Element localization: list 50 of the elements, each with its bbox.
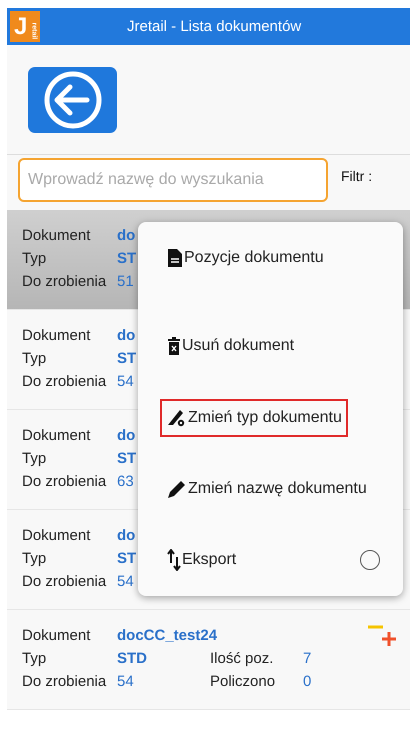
pen-gear-icon	[167, 408, 187, 428]
field-label: Dokument	[22, 526, 90, 546]
field-label: Dokument	[22, 226, 90, 246]
field-label: Dokument	[22, 626, 90, 646]
menu-item[interactable]: Usuń dokument	[160, 310, 300, 382]
document-type: STD	[117, 649, 147, 669]
field-label: Policzono	[210, 673, 276, 690]
menu-item[interactable]: Zmień typ dokumentu	[160, 398, 348, 438]
field-label: Do zrobienia	[22, 672, 106, 692]
todo-count: 54	[117, 372, 134, 392]
todo-count: 63	[117, 472, 134, 492]
menu-item[interactable]: Zmień nazwę dokumentu	[160, 453, 373, 525]
filter-label: Filtr :	[341, 168, 372, 184]
field-label: Do zrobienia	[22, 272, 106, 292]
up-down-arrows-icon	[167, 549, 181, 572]
field-label: Do zrobienia	[22, 472, 106, 492]
pencil-icon	[167, 479, 187, 500]
field-label: Dokument	[22, 426, 90, 446]
document-name: do	[117, 226, 136, 246]
window-title: Jretail - Lista dokumentów	[127, 18, 302, 35]
field-label: Typ	[22, 249, 46, 269]
counted-value: 0	[303, 673, 312, 690]
document-type: ST	[117, 549, 136, 569]
document-name: do	[117, 426, 136, 446]
trash-icon	[167, 336, 181, 356]
back-button[interactable]	[28, 67, 117, 133]
menu-item[interactable]: Eksport	[160, 524, 386, 596]
document-name: do	[117, 526, 136, 546]
document-type: ST	[117, 349, 136, 369]
field-label: Do zrobienia	[22, 572, 106, 592]
document-name: do	[117, 326, 136, 346]
field-label: Typ	[22, 449, 46, 469]
field-label: Do zrobienia	[22, 372, 106, 392]
field-label: Ilość poz.	[210, 650, 274, 667]
radio-button[interactable]	[360, 550, 380, 570]
item-count: 7	[303, 650, 312, 667]
todo-count: 54	[117, 672, 134, 692]
todo-count: 54	[117, 572, 134, 592]
field-label: Typ	[22, 649, 46, 669]
field-label: Dokument	[22, 326, 90, 346]
field-label: Typ	[22, 349, 46, 369]
document-icon	[167, 248, 183, 268]
document-type: ST	[117, 449, 136, 469]
document-type: ST	[117, 249, 136, 269]
todo-count: 51	[117, 272, 134, 292]
document-name: docCC_test24	[117, 626, 218, 646]
menu-item[interactable]: Pozycje dokumentu	[160, 238, 330, 279]
document-row[interactable]: Dokument docCC_test24 Typ STD Ilość poz. 7 Do zrobienia 54 Policzono 0	[7, 610, 410, 710]
search-field[interactable]: Wprowadź nazwę do wyszukania	[18, 158, 328, 202]
field-label: Typ	[22, 549, 46, 569]
